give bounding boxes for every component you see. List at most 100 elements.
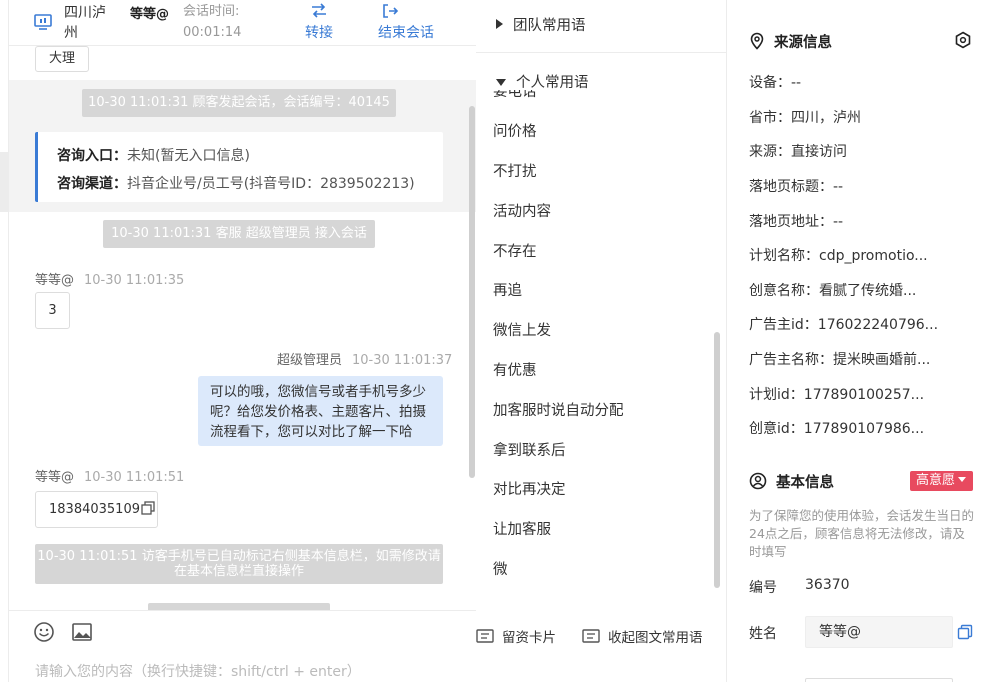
lead-card-label: 留资卡片 [502, 630, 556, 646]
emoji-icon[interactable] [33, 621, 55, 643]
phrase-footer: 留资卡片 收起图文常用语 [476, 612, 726, 656]
message-meta: 超级管理员 10-30 11:01:37 [277, 349, 452, 368]
phrase-item[interactable]: 问价格 [493, 120, 537, 141]
system-message-agent-join: 10-30 11:01:31 客服 超级管理员 接入会话 [103, 220, 375, 248]
transfer-button[interactable]: 转接 [301, 2, 337, 42]
next-field[interactable] [805, 678, 953, 682]
visitor-region: 四川泸州 [64, 5, 106, 41]
collapse-phrases-button[interactable]: 收起图文常用语 [582, 626, 703, 646]
left-edge-shade [0, 152, 8, 212]
left-edge-panel [0, 0, 9, 682]
source-field: 来源：直接访问 [749, 144, 847, 160]
team-phrases-group[interactable]: 团队常用语 [496, 14, 586, 35]
chat-scrollbar[interactable] [469, 106, 475, 478]
channel-value: 抖音企业号/员工号(抖音号ID：2839502213) [127, 176, 415, 192]
message-composer: 请输入您的内容（换行快捷键：shift/ctrl + enter） [9, 610, 476, 682]
phrase-item[interactable]: 加客服时说自动分配 [493, 399, 624, 420]
source-field: 创意名称：看腻了传统婚... [749, 283, 917, 299]
divider [476, 52, 726, 53]
source-field: 落地页地址：-- [749, 214, 844, 230]
location-tag: 大理 [35, 46, 90, 72]
copy-icon[interactable] [141, 501, 155, 515]
personal-phrases-group[interactable]: 个人常用语 [496, 71, 589, 92]
phrase-item[interactable]: 活动内容 [493, 200, 551, 221]
source-field: 设备：-- [749, 75, 802, 91]
id-label: 编号 [749, 580, 777, 596]
phrase-item[interactable]: 不打扰 [493, 160, 537, 181]
message-sender: 等等@ [35, 273, 75, 288]
phone-number-text: 18384035109 [49, 502, 140, 517]
phrase-item[interactable]: 再追 [493, 279, 522, 300]
phrase-item[interactable]: 微 [493, 558, 508, 579]
channel-label: 咨询渠道： [57, 176, 127, 192]
card-icon [476, 629, 494, 643]
customer-info-panel: 来源信息 设备：-- 省市：四川，泸州 来源：直接访问 落地页标题：-- 落地页… [728, 0, 997, 682]
message-sender: 超级管理员 [277, 353, 343, 368]
chat-panel: 四川泸州 等等@ 会话时间: 00:01:14 转接 结束会话 大理 10-30… [9, 0, 476, 682]
source-info-title: 来源信息 [774, 35, 832, 51]
system-message-partial [148, 603, 330, 610]
copy-icon[interactable] [957, 624, 973, 640]
source-info-header: 来源信息 [749, 31, 832, 52]
collapse-phrases-label: 收起图文常用语 [608, 630, 703, 646]
entry-info-card: 咨询入口：未知(暂无入口信息) 咨询渠道：抖音企业号/员工号(抖音号ID：283… [35, 132, 443, 202]
message-sender: 等等@ [35, 470, 75, 485]
phrase-item[interactable]: 让加客服 [493, 518, 551, 539]
visitor-message-bubble: 18384035109 [35, 491, 158, 528]
source-field: 广告主名称：提米映画婚前... [749, 352, 931, 368]
phrase-item[interactable]: 微信上发 [493, 319, 551, 340]
phrase-item[interactable]: 有优惠 [493, 359, 537, 380]
entry-label: 咨询入口： [57, 148, 127, 164]
location-pin-icon [750, 32, 764, 50]
basic-info-title: 基本信息 [776, 475, 834, 491]
personal-phrases-label: 个人常用语 [516, 75, 589, 91]
intent-level-dropdown[interactable]: 高意愿 [910, 471, 973, 491]
end-session-button[interactable]: 结束会话 [375, 2, 437, 42]
monitor-icon [34, 14, 52, 30]
end-session-label: 结束会话 [378, 25, 434, 41]
settings-icon[interactable] [954, 31, 972, 49]
source-field: 省市：四川，泸州 [749, 110, 861, 126]
basic-info-header: 基本信息 [749, 471, 834, 492]
caret-down-icon [958, 477, 967, 482]
name-field[interactable]: 等等@ [805, 616, 953, 648]
visitor-message-bubble: 3 [35, 292, 70, 329]
agent-message-bubble: 可以的哦，您微信号或者手机号多少呢？给您发价格表、主题客片、拍摄流程看下，您可以… [198, 376, 443, 446]
message-meta: 等等@ 10-30 11:01:51 [35, 466, 184, 485]
session-time-label: 会话时间: [183, 4, 240, 19]
lead-card-button[interactable]: 留资卡片 [476, 626, 556, 646]
message-input[interactable]: 请输入您的内容（换行快捷键：shift/ctrl + enter） [35, 661, 361, 681]
intent-level-label: 高意愿 [916, 473, 956, 488]
phrase-list[interactable]: 要电话 问价格 不打扰 活动内容 不存在 再追 微信上发 有优惠 加客服时说自动… [476, 90, 714, 600]
phrase-item[interactable]: 对比再决定 [493, 478, 566, 499]
phrase-scrollbar[interactable] [714, 332, 720, 588]
transfer-icon [312, 3, 326, 18]
message-time: 10-30 11:01:51 [84, 470, 185, 485]
phrase-item[interactable]: 拿到联系后 [493, 439, 566, 460]
caret-right-icon [496, 19, 503, 29]
quick-phrases-panel: 团队常用语 个人常用语 要电话 问价格 不打扰 活动内容 不存在 再追 微信上发… [476, 0, 727, 682]
source-field: 计划id：177890100257... [749, 387, 925, 403]
source-field: 落地页标题：-- [749, 179, 844, 195]
message-list[interactable]: 大理 10-30 11:01:31 顾客发起会话，会话编号：40145 咨询入口… [9, 46, 476, 610]
source-field: 计划名称：cdp_promotio... [749, 248, 928, 264]
phrase-item[interactable]: 不存在 [493, 240, 537, 261]
transfer-label: 转接 [305, 25, 333, 41]
system-message-session-start: 10-30 11:01:31 顾客发起会话，会话编号：40145 [82, 89, 396, 117]
phrase-item[interactable]: 要电话 [493, 90, 537, 101]
chat-header: 四川泸州 等等@ 会话时间: 00:01:14 转接 结束会话 [9, 0, 476, 46]
source-field: 广告主id：176022240796... [749, 317, 939, 333]
image-icon[interactable] [71, 621, 93, 643]
message-time: 10-30 11:01:35 [84, 273, 185, 288]
system-message-phone-marked: 10-30 11:01:51 访客手机号已自动标记右侧基本信息栏，如需修改请在基… [35, 544, 443, 584]
name-label: 姓名 [749, 626, 777, 642]
edit-deadline-notice: 为了保障您的使用体验，会话发生当日的24点之后，顾客信息将无法修改，请及时填写 [749, 508, 975, 559]
caret-down-icon [496, 79, 506, 86]
session-timer: 00:01:14 [183, 25, 242, 40]
visitor-name: 等等@ [130, 7, 170, 22]
user-circle-icon [749, 472, 767, 490]
entry-value: 未知(暂无入口信息) [127, 148, 250, 164]
id-value: 36370 [805, 577, 850, 593]
team-phrases-label: 团队常用语 [513, 18, 586, 34]
message-icon [582, 629, 600, 643]
